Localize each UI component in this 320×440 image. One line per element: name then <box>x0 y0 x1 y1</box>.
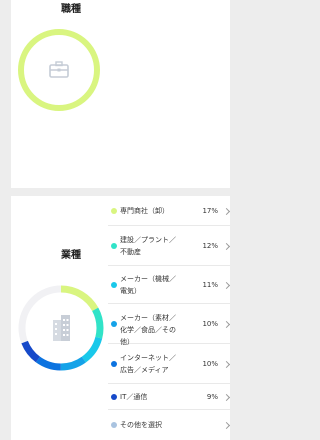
job-type-donut <box>18 29 100 111</box>
chevron-right-icon <box>222 421 231 430</box>
industry-item-percent: 10% <box>202 360 218 368</box>
industry-item-construction[interactable]: 建設／プラント／不動産 12% <box>108 226 231 266</box>
briefcase-icon <box>49 61 69 78</box>
industry-item-label: インターネット／広告／メディア <box>120 354 176 374</box>
job-type-card: 職種 <box>11 0 230 188</box>
industry-item-label: メーカー（素材／化学／食品／その他） <box>120 314 176 346</box>
industry-item-percent: 9% <box>206 393 218 401</box>
job-type-title: 職種 <box>61 4 81 15</box>
industry-item-maker-machine[interactable]: メーカー（機械／電気） 11% <box>108 266 231 304</box>
chevron-right-icon <box>222 242 231 251</box>
industry-donut <box>18 285 104 371</box>
industry-item-percent: 10% <box>202 320 218 328</box>
industry-item-percent: 11% <box>202 281 218 289</box>
industry-item-percent: 17% <box>202 207 218 215</box>
industry-item-trading[interactable]: 専門商社（卸） 17% <box>108 196 231 226</box>
legend-dot <box>111 321 117 327</box>
industry-item-maker-material[interactable]: メーカー（素材／化学／食品／その他） 10% <box>108 304 231 346</box>
industry-item-label: 専門商社（卸） <box>120 207 169 215</box>
building-icon <box>53 315 70 341</box>
legend-dot <box>111 208 117 214</box>
chevron-right-icon <box>222 320 231 329</box>
chevron-right-icon <box>222 281 231 290</box>
industry-title: 業種 <box>61 250 81 261</box>
legend-dot <box>111 361 117 367</box>
legend-dot <box>111 394 117 400</box>
industry-item-internet[interactable]: インターネット／広告／メディア 10% <box>108 344 231 384</box>
chevron-right-icon <box>222 393 231 402</box>
legend-dot <box>111 282 117 288</box>
industry-item-label: メーカー（機械／電気） <box>120 275 176 295</box>
legend-dot <box>111 243 117 249</box>
industry-item-percent: 12% <box>202 242 218 250</box>
industry-item-label: 建設／プラント／不動産 <box>120 236 176 256</box>
industry-item-other[interactable]: その他を選択 <box>108 410 231 440</box>
chevron-right-icon <box>222 360 231 369</box>
chevron-right-icon <box>222 207 231 216</box>
industry-item-it[interactable]: IT／通信 9% <box>108 384 231 410</box>
industry-item-label: IT／通信 <box>120 393 148 401</box>
legend-dot <box>111 422 117 428</box>
industry-item-label: その他を選択 <box>120 421 162 429</box>
industry-card: 業種 専門商社（卸） 17% 建設／プラント／不動産 12% メーカー（機械／電… <box>11 196 231 440</box>
